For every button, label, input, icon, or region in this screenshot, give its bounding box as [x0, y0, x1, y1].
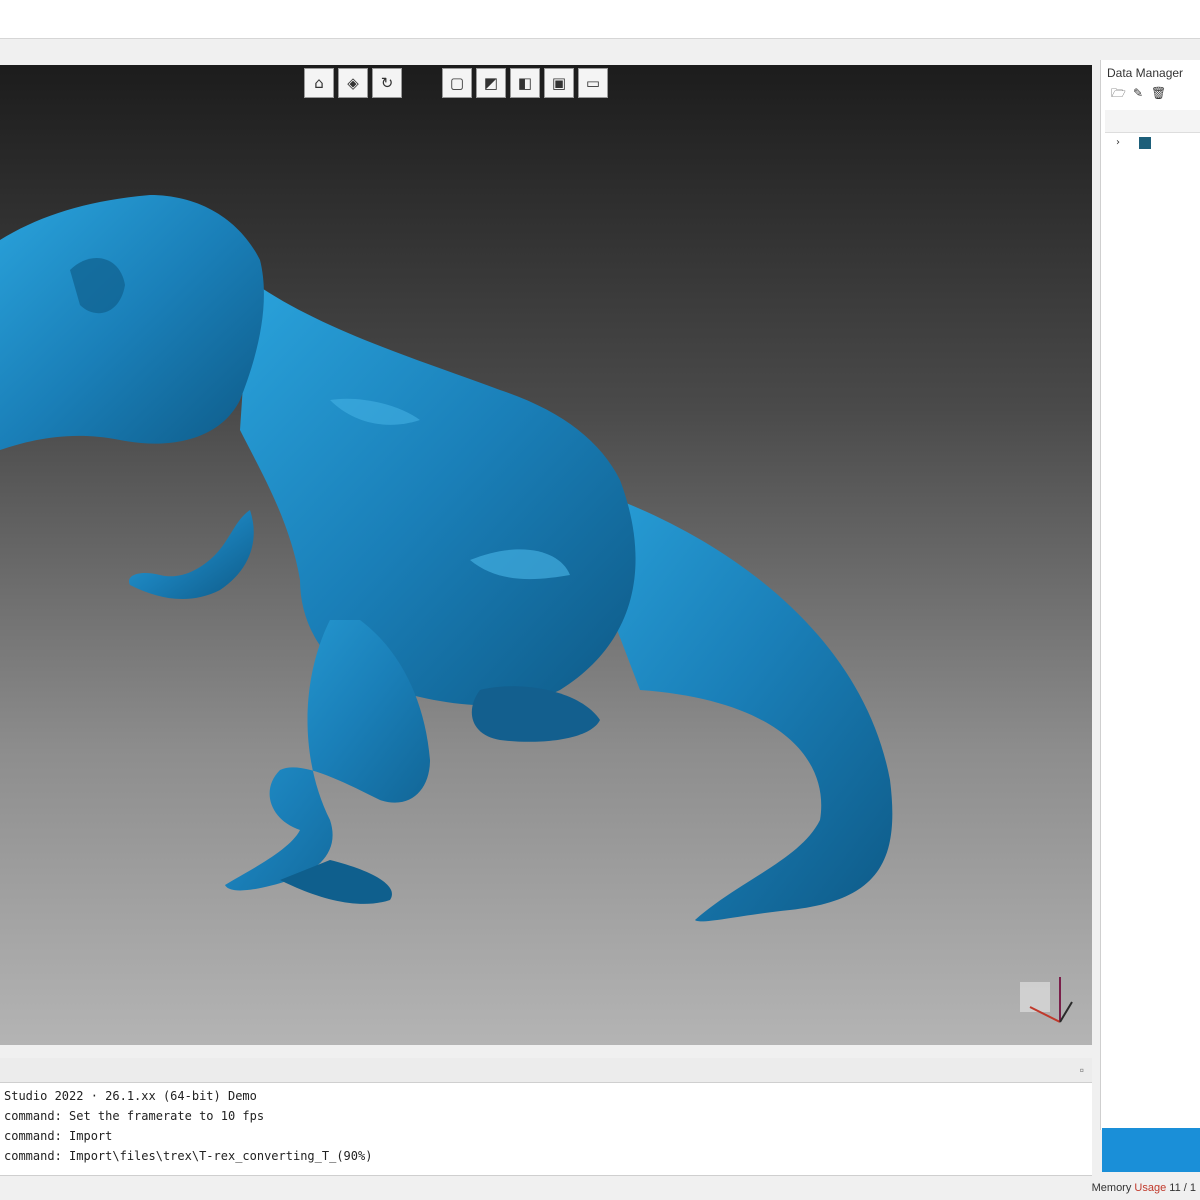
rotate-icon[interactable]: ↻	[372, 68, 402, 98]
trex-arm	[129, 510, 254, 600]
panel-header-row	[1105, 110, 1200, 133]
panel-title: Data Manager	[1107, 66, 1184, 80]
top-view-icon[interactable]: ◩	[476, 68, 506, 98]
log-line: command: Set the framerate to 10 fps	[4, 1109, 265, 1123]
panel-icon-row: 🗁 ✎ 🗑	[1111, 86, 1166, 100]
perspective-icon[interactable]: ▣	[544, 68, 574, 98]
trex-body	[240, 280, 636, 706]
delete-icon[interactable]: 🗑	[1151, 86, 1166, 100]
log-console: Studio 2022 · 26.1.xx (64-bit) Demo comm…	[0, 1082, 1092, 1176]
bottom-status-bar: Memory Usage 11 / 1	[0, 1178, 1200, 1200]
trex-hind-leg	[471, 686, 600, 742]
memory-label: Memory	[1091, 1182, 1132, 1194]
side-view-icon[interactable]: ◧	[510, 68, 540, 98]
viewport-status-strip: ▫	[0, 1058, 1092, 1082]
trex-model	[0, 195, 893, 922]
ortho-icon[interactable]: ▭	[578, 68, 608, 98]
model-color-swatch	[1139, 137, 1151, 149]
memory-highlight: Usage	[1134, 1182, 1167, 1194]
log-line: Studio 2022 · 26.1.xx (64-bit) Demo	[4, 1089, 257, 1103]
memory-status: Memory Usage 11 / 1	[1092, 1182, 1196, 1194]
tree-item-model[interactable]: ›	[1111, 136, 1151, 150]
view-toolbar-right: ▢ ◩ ◧ ▣ ▭	[442, 68, 608, 104]
edit-icon[interactable]: ✎	[1131, 86, 1145, 100]
axis-gizmo	[1020, 977, 1073, 1023]
trex-head	[0, 195, 264, 450]
front-view-icon[interactable]: ▢	[442, 68, 472, 98]
dock-icon[interactable]: ▫	[1080, 1063, 1084, 1077]
memory-value: 11 / 1	[1169, 1182, 1196, 1194]
primary-action-button[interactable]	[1102, 1128, 1200, 1172]
log-line: command: Import	[4, 1129, 113, 1143]
folder-icon[interactable]: 🗁	[1111, 86, 1126, 100]
view-toolbar-left: ⌂ ◈ ↻	[304, 68, 402, 104]
data-manager-panel: Data Manager 🗁 ✎ 🗑 ›	[1100, 60, 1200, 1130]
fit-view-icon[interactable]: ◈	[338, 68, 368, 98]
window-titlebar	[0, 0, 1200, 39]
3d-viewport[interactable]	[0, 65, 1092, 1045]
home-icon[interactable]: ⌂	[304, 68, 334, 98]
expand-icon[interactable]: ›	[1111, 136, 1125, 150]
log-line: command: Import\files\trex\T-rex_convert…	[4, 1149, 373, 1163]
